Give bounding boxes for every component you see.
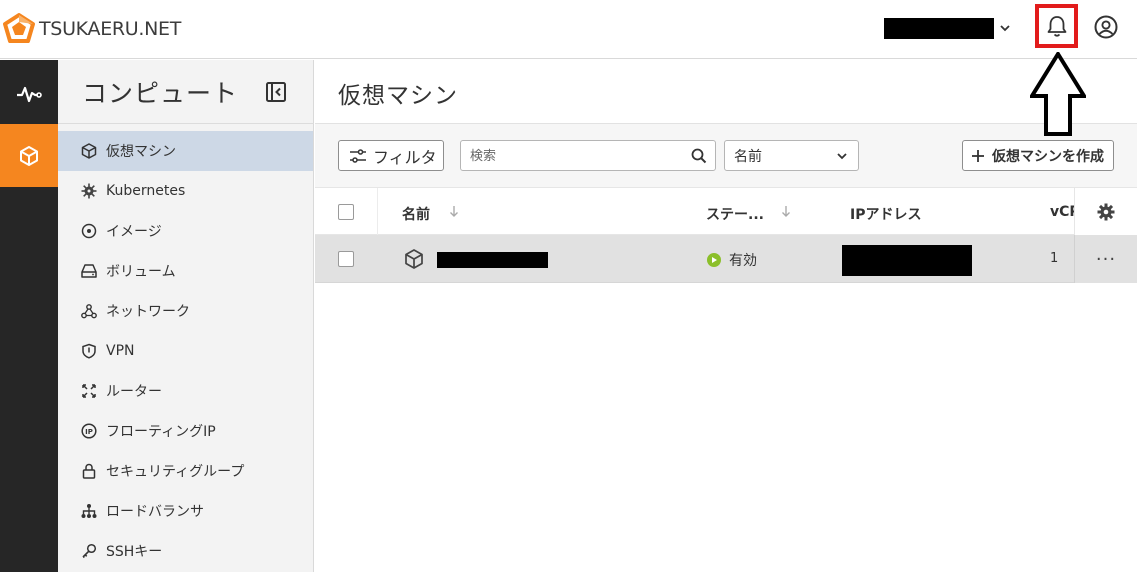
cube-icon	[405, 249, 423, 269]
more-actions-icon: ···	[1095, 248, 1117, 270]
rail-item-monitoring[interactable]	[0, 62, 58, 125]
column-header-ip[interactable]: IPアドレス	[850, 204, 921, 224]
sidebar-item-label: SSHキー	[106, 544, 163, 560]
sort-arrow-icon[interactable]	[781, 204, 791, 218]
brand-logo[interactable]: TSUKAERU.NET	[2, 12, 181, 46]
column-settings-button[interactable]	[1074, 188, 1137, 236]
top-bar: TSUKAERU.NET	[0, 0, 1137, 59]
helm-wheel-icon	[80, 182, 98, 200]
lock-icon	[80, 462, 98, 480]
vm-status: 有効	[707, 250, 757, 270]
sliders-icon	[350, 148, 366, 163]
search-icon[interactable]	[691, 148, 707, 164]
sidebar-item-label: イメージ	[106, 224, 162, 240]
bell-icon	[1047, 16, 1066, 37]
sidebar-item-security-groups[interactable]: セキュリティグループ	[58, 451, 313, 491]
disc-icon	[80, 222, 98, 240]
app-rail	[0, 60, 58, 572]
collapse-sidebar-icon[interactable]	[265, 81, 287, 103]
vm-ip-redacted	[842, 245, 972, 276]
filter-button-label: フィルタ	[373, 147, 437, 167]
cube-icon	[20, 145, 38, 166]
sidebar-divider	[58, 123, 314, 124]
sidebar-item-label: ネットワーク	[106, 304, 190, 320]
sidebar-title: コンピュート	[82, 79, 239, 108]
ip-circle-icon: IP	[80, 422, 98, 440]
column-divider	[377, 188, 378, 236]
create-vm-button[interactable]: 仮想マシンを作成	[962, 140, 1114, 171]
table-row[interactable]: 有効 1 ···	[315, 235, 1137, 283]
hierarchy-icon	[80, 502, 98, 520]
plus-icon	[972, 149, 984, 162]
annotation-arrow-up-icon	[1030, 52, 1086, 136]
sidebar-item-floating-ip[interactable]: IP フローティングIP	[58, 411, 313, 451]
user-circle-icon[interactable]	[1093, 14, 1119, 40]
sidebar-item-images[interactable]: イメージ	[58, 211, 313, 251]
column-header-name[interactable]: 名前	[402, 204, 430, 224]
sidebar-item-label: セキュリティグループ	[106, 464, 245, 480]
brand-name: TSUKAERU.NET	[39, 18, 182, 40]
sidebar-item-label: ロードバランサ	[106, 504, 204, 520]
row-checkbox[interactable]	[338, 251, 354, 267]
main-content: 仮想マシン フィルタ 名前	[315, 60, 1137, 572]
network-icon	[80, 302, 98, 320]
sidebar-item-label: 仮想マシン	[106, 144, 176, 160]
sidebar-nav: 仮想マシン Kubernetes イメージ ボリューム ネットワーク VPN ル…	[58, 131, 313, 571]
activity-icon	[17, 86, 42, 102]
sidebar-item-label: ボリューム	[106, 264, 176, 280]
sidebar-item-kubernetes[interactable]: Kubernetes	[58, 171, 313, 211]
create-vm-button-label: 仮想マシンを作成	[992, 148, 1104, 165]
router-arrows-icon	[80, 382, 98, 400]
drive-icon	[80, 262, 98, 280]
notifications-button[interactable]	[1035, 4, 1078, 48]
sidebar-item-volumes[interactable]: ボリューム	[58, 251, 313, 291]
sidebar-item-router[interactable]: ルーター	[58, 371, 313, 411]
page-title: 仮想マシン	[338, 83, 458, 109]
sort-select[interactable]: 名前	[724, 140, 859, 171]
play-status-icon	[707, 253, 721, 267]
svg-text:IP: IP	[85, 428, 93, 436]
sidebar-item-network[interactable]: ネットワーク	[58, 291, 313, 331]
sidebar-item-load-balancer[interactable]: ロードバランサ	[58, 491, 313, 531]
key-icon	[80, 542, 98, 560]
cube-icon	[80, 142, 98, 160]
sidebar: コンピュート 仮想マシン Kubernetes イメージ ボリューム ネットワー…	[58, 60, 314, 572]
filter-button[interactable]: フィルタ	[338, 140, 444, 171]
vm-name-redacted[interactable]	[437, 252, 548, 268]
table-header: 名前 ステー... IPアドレス vCP	[315, 187, 1137, 236]
toolbar: フィルタ 名前 仮想マシンを作成	[315, 124, 1137, 187]
search-input[interactable]	[470, 146, 680, 166]
column-header-vcpu[interactable]: vCP	[1050, 204, 1074, 220]
chevron-down-icon	[837, 153, 847, 160]
sidebar-item-label: ルーター	[106, 384, 162, 400]
vm-status-label: 有効	[729, 253, 757, 269]
column-header-status[interactable]: ステー...	[706, 204, 764, 224]
account-name-redacted[interactable]	[884, 18, 994, 39]
chevron-down-icon[interactable]	[998, 18, 1012, 38]
tsukaeru-logo-icon	[3, 13, 35, 43]
select-all-checkbox[interactable]	[338, 204, 354, 220]
sidebar-item-virtual-machines[interactable]: 仮想マシン	[58, 131, 313, 171]
sidebar-item-label: フローティングIP	[106, 424, 216, 440]
gear-icon	[1097, 203, 1115, 221]
sidebar-item-label: Kubernetes	[106, 183, 186, 199]
sidebar-item-vpn[interactable]: VPN	[58, 331, 313, 371]
sort-select-value: 名前	[734, 148, 762, 165]
sort-arrow-icon[interactable]	[449, 204, 459, 218]
search-field[interactable]	[460, 140, 716, 171]
rail-item-compute[interactable]	[0, 124, 58, 187]
sidebar-item-ssh-keys[interactable]: SSHキー	[58, 531, 313, 571]
sidebar-item-label: VPN	[106, 343, 135, 359]
shield-icon	[80, 342, 98, 360]
row-actions-button[interactable]: ···	[1074, 235, 1137, 283]
vm-vcpu: 1	[1050, 251, 1059, 266]
